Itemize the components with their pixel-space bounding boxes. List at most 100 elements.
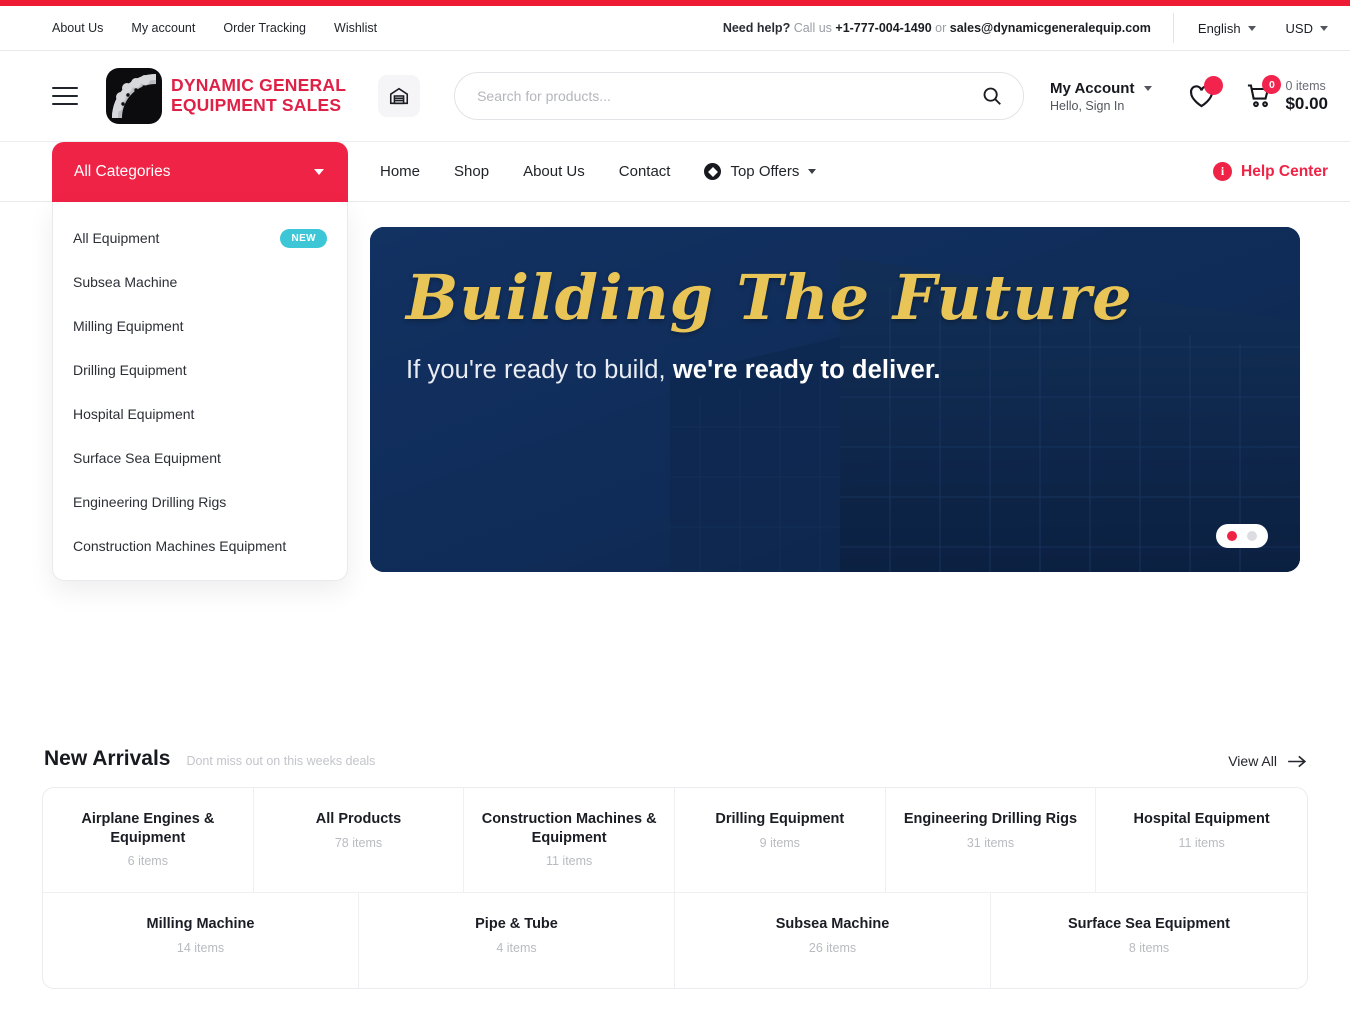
category-card-engineering-drilling-rigs[interactable]: Engineering Drilling Rigs 31 items <box>886 788 1097 892</box>
category-item-engineering-drilling-rigs[interactable]: Engineering Drilling Rigs <box>53 480 347 524</box>
chevron-down-icon <box>1320 26 1328 31</box>
card-item-count: 26 items <box>689 941 976 955</box>
category-card-row-1: Airplane Engines & Equipment 6 items All… <box>43 788 1307 893</box>
phone-number[interactable]: +1-777-004-1490 <box>835 21 931 35</box>
chevron-down-icon <box>314 169 324 175</box>
category-label: All Equipment <box>73 230 159 246</box>
warehouse-icon[interactable] <box>378 75 420 117</box>
new-badge: NEW <box>280 229 327 248</box>
page-stage: All Equipment NEW Subsea Machine Milling… <box>0 202 1350 807</box>
carousel-dot-2[interactable] <box>1247 531 1257 541</box>
search-input[interactable] <box>477 88 981 104</box>
currency-selector[interactable]: USD <box>1286 21 1328 36</box>
email-address[interactable]: sales@dynamicgeneralequip.com <box>950 21 1151 35</box>
hero-headline: Building The Future <box>406 265 1260 330</box>
card-title: Engineering Drilling Rigs <box>900 810 1082 829</box>
nav-item-contact[interactable]: Contact <box>619 163 671 180</box>
category-label: Subsea Machine <box>73 274 177 290</box>
category-card-grid: Airplane Engines & Equipment 6 items All… <box>42 787 1308 989</box>
nav-item-top-offers-label: Top Offers <box>730 163 799 180</box>
category-item-subsea-machine[interactable]: Subsea Machine <box>53 260 347 304</box>
category-card-all-products[interactable]: All Products 78 items <box>254 788 465 892</box>
category-item-all-equipment[interactable]: All Equipment NEW <box>53 216 347 260</box>
nav-item-about-us[interactable]: About Us <box>523 163 585 180</box>
nav-item-top-offers[interactable]: Top Offers <box>704 163 816 180</box>
account-title: My Account <box>1050 80 1134 97</box>
wishlist-button[interactable] <box>1188 83 1215 110</box>
need-help-label: Need help? <box>723 21 790 35</box>
contact-info: Need help? Call us +1-777-004-1490 or sa… <box>723 21 1151 35</box>
card-title: Drilling Equipment <box>689 810 871 829</box>
nav-item-shop[interactable]: Shop <box>454 163 489 180</box>
utility-links: About Us My account Order Tracking Wishl… <box>52 21 377 35</box>
hero-banner[interactable]: Building The Future If you're ready to b… <box>370 227 1300 572</box>
category-card-airplane-engines[interactable]: Airplane Engines & Equipment 6 items <box>43 788 254 892</box>
nav-item-home[interactable]: Home <box>380 163 420 180</box>
language-value: English <box>1198 21 1241 36</box>
card-title: Airplane Engines & Equipment <box>57 810 239 847</box>
locale-selectors: English USD <box>1173 13 1328 43</box>
topbar-link-about-us[interactable]: About Us <box>52 21 103 35</box>
cart-icon[interactable]: 0 <box>1245 82 1273 110</box>
carousel-pagination <box>1216 524 1268 548</box>
topbar-link-wishlist[interactable]: Wishlist <box>334 21 377 35</box>
category-label: Milling Equipment <box>73 318 184 334</box>
category-item-surface-sea-equipment[interactable]: Surface Sea Equipment <box>53 436 347 480</box>
card-item-count: 11 items <box>1110 836 1293 850</box>
offer-tag-icon <box>704 163 721 180</box>
card-item-count: 6 items <box>57 854 239 868</box>
info-icon: i <box>1213 162 1232 181</box>
cart-count-badge: 0 <box>1262 75 1281 94</box>
help-center-link[interactable]: i Help Center <box>1213 162 1328 181</box>
category-card-surface-sea-equipment[interactable]: Surface Sea Equipment 8 items <box>991 893 1307 988</box>
account-greeting: Hello, Sign In <box>1050 99 1152 113</box>
view-all-link[interactable]: View All <box>1228 753 1306 769</box>
category-label: Drilling Equipment <box>73 362 187 378</box>
language-selector[interactable]: English <box>1198 21 1256 36</box>
hero-sub-bold: we're ready to deliver. <box>673 356 941 384</box>
card-title: Hospital Equipment <box>1110 810 1293 829</box>
card-title: Subsea Machine <box>689 915 976 934</box>
section-title: New Arrivals <box>44 747 170 771</box>
hamburger-menu-icon[interactable] <box>52 87 78 105</box>
main-header: DYNAMIC GENERAL EQUIPMENT SALES My Accou… <box>0 51 1350 142</box>
card-title: Milling Machine <box>57 915 344 934</box>
carousel-dot-1[interactable] <box>1227 531 1237 541</box>
all-categories-label: All Categories <box>74 163 171 181</box>
category-card-milling-machine[interactable]: Milling Machine 14 items <box>43 893 359 988</box>
category-item-milling-equipment[interactable]: Milling Equipment <box>53 304 347 348</box>
category-card-drilling-equipment[interactable]: Drilling Equipment 9 items <box>675 788 886 892</box>
category-card-hospital-equipment[interactable]: Hospital Equipment 11 items <box>1096 788 1307 892</box>
primary-nav-bar: All Categories Home Shop About Us Contac… <box>0 142 1350 202</box>
site-logo[interactable]: DYNAMIC GENERAL EQUIPMENT SALES <box>106 68 346 124</box>
category-card-pipe-and-tube[interactable]: Pipe & Tube 4 items <box>359 893 675 988</box>
search-icon[interactable] <box>981 85 1003 107</box>
category-card-construction-machines[interactable]: Construction Machines & Equipment 11 ite… <box>464 788 675 892</box>
card-title: Surface Sea Equipment <box>1005 915 1293 934</box>
card-title: All Products <box>268 810 450 829</box>
utility-topbar: About Us My account Order Tracking Wishl… <box>0 6 1350 51</box>
chevron-down-icon <box>1144 86 1152 91</box>
category-card-row-2: Milling Machine 14 items Pipe & Tube 4 i… <box>43 893 1307 988</box>
card-item-count: 78 items <box>268 836 450 850</box>
topbar-link-my-account[interactable]: My account <box>131 21 195 35</box>
category-item-hospital-equipment[interactable]: Hospital Equipment <box>53 392 347 436</box>
category-item-construction-machines-equipment[interactable]: Construction Machines Equipment <box>53 524 347 568</box>
all-categories-button[interactable]: All Categories <box>52 142 348 202</box>
my-account-menu[interactable]: My Account Hello, Sign In <box>1050 80 1152 113</box>
chevron-down-icon <box>1248 26 1256 31</box>
or-label: or <box>935 21 946 35</box>
gear-logo-icon <box>106 68 162 124</box>
topbar-link-order-tracking[interactable]: Order Tracking <box>223 21 306 35</box>
cart-button[interactable]: 0 0 items $0.00 <box>1245 79 1328 114</box>
category-label: Surface Sea Equipment <box>73 450 221 466</box>
header-actions: My Account Hello, Sign In 0 0 items $0.0… <box>1050 79 1328 114</box>
chevron-down-icon <box>808 169 816 174</box>
category-label: Hospital Equipment <box>73 406 194 422</box>
category-item-drilling-equipment[interactable]: Drilling Equipment <box>53 348 347 392</box>
hero-text-block: Building The Future If you're ready to b… <box>406 265 1260 385</box>
nav-links: Home Shop About Us Contact Top Offers <box>380 163 816 180</box>
category-card-subsea-machine[interactable]: Subsea Machine 26 items <box>675 893 991 988</box>
search-bar[interactable] <box>454 72 1024 120</box>
section-subtitle: Dont miss out on this weeks deals <box>186 754 375 768</box>
